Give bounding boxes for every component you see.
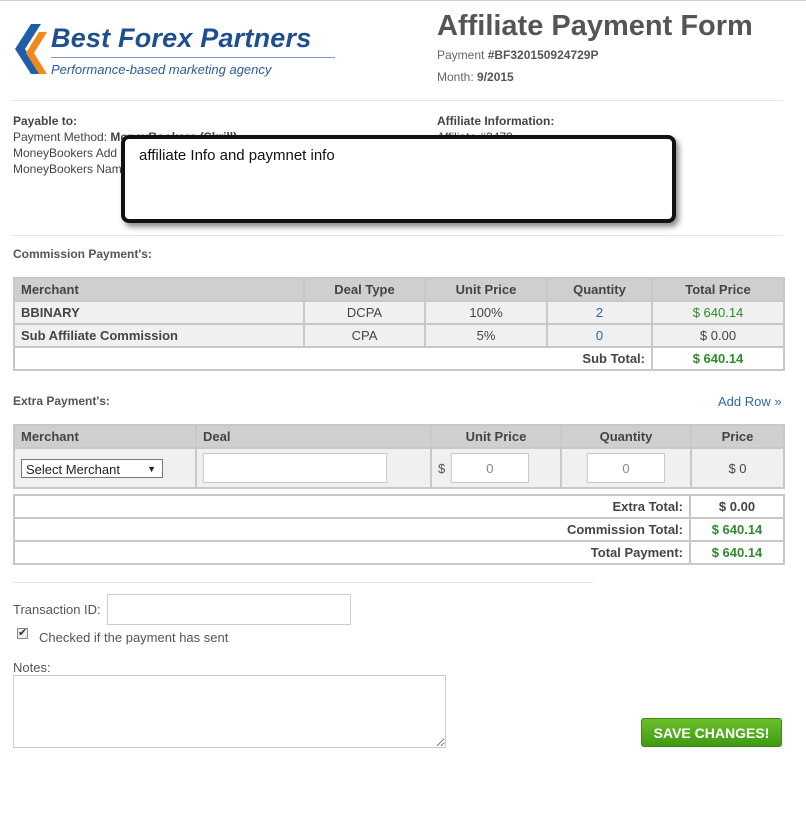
col-merchant: Merchant [13,277,305,302]
commission-table: Merchant Deal Type Unit Price Quantity T… [13,277,785,371]
payment-sent-checkbox[interactable]: ✔ [17,628,28,639]
col-unit-price: Unit Price [430,424,562,449]
transaction-id-input[interactable] [107,594,351,625]
brand-logo: Best Forex Partners Performance-based ma… [15,20,337,80]
subtotal-label: Sub Total: [13,346,653,371]
cell-quantity: 2 [546,300,653,325]
col-deal: Deal [195,424,432,449]
payment-sent-label: Checked if the payment has sent [39,630,229,645]
table-row: BBINARY DCPA 100% 2 $ 640.14 [13,300,785,325]
commission-total-label: Commission Total: [13,517,691,542]
commission-section-title: Commission Payment's: [13,247,152,261]
quantity-input[interactable] [587,453,665,483]
extra-payments-table: Merchant Deal Unit Price Quantity Price … [13,424,785,489]
commission-total-row: Commission Total: $ 640.14 [13,517,785,542]
merchant-select[interactable]: Select Merchant ▼ [21,458,163,478]
total-payment-value: $ 640.14 [689,540,785,565]
cell-total: $ 640.14 [651,300,785,325]
month-label: Month: [437,70,474,84]
divider [13,100,783,101]
month-line: Month: 9/2015 [437,70,514,84]
unit-price-input[interactable] [450,453,529,483]
table-header-row: Merchant Deal Type Unit Price Quantity T… [13,277,785,302]
payment-id-line: Payment #BF320150924729P [437,48,598,62]
extra-total-label: Extra Total: [13,494,691,519]
cell-deal-type: CPA [303,323,426,348]
cell-unit-price: $ [430,447,562,489]
col-merchant: Merchant [13,424,197,449]
deal-input[interactable] [203,453,387,483]
annotation-callout: affiliate Info and paymnet info [121,135,676,223]
chevron-logo-icon [15,24,47,74]
notes-label: Notes: [13,660,51,675]
notes-textarea[interactable] [13,675,446,748]
month-value: 9/2015 [477,70,514,84]
currency-symbol: $ [438,460,446,476]
brand-tagline: Performance-based marketing agency [51,62,272,77]
brand-divider [51,57,335,58]
cell-merchant: BBINARY [13,300,305,325]
payment-method-label: Payment Method: [13,130,108,144]
cell-deal [195,447,432,489]
total-payment-row: Total Payment: $ 640.14 [13,540,785,565]
caret-down-icon: ▼ [147,463,156,474]
brand-name: Best Forex Partners [51,23,312,53]
col-deal-type: Deal Type [303,277,426,302]
checkmark-icon: ✔ [18,627,28,639]
extra-section-title: Extra Payment's: [13,394,110,408]
table-row: Select Merchant ▼ $ $ 0 [13,447,785,489]
cell-merchant: Sub Affiliate Commission [13,323,305,348]
merchant-select-value: Select Merchant [26,461,120,477]
payment-label: Payment [437,48,485,62]
extra-total-row: Extra Total: $ 0.00 [13,494,785,519]
callout-text: affiliate Info and paymnet info [139,147,335,164]
cell-total: $ 0.00 [651,323,785,348]
table-header-row: Merchant Deal Unit Price Quantity Price [13,424,785,449]
totals-table: Extra Total: $ 0.00 Commission Total: $ … [13,494,785,565]
transaction-id-label: Transaction ID: [13,602,101,617]
add-row-link[interactable]: Add Row » [718,394,782,409]
table-row: Sub Affiliate Commission CPA 5% 0 $ 0.00 [13,323,785,348]
payable-heading: Payable to: [13,114,78,128]
col-price: Price [690,424,785,449]
subtotal-row: Sub Total: $ 640.14 [13,346,785,371]
page-title: Affiliate Payment Form [437,10,753,42]
commission-total-value: $ 640.14 [689,517,785,542]
divider [13,582,593,583]
col-quantity: Quantity [546,277,653,302]
divider [13,235,783,236]
cell-quantity: 0 [546,323,653,348]
cell-merchant: Select Merchant ▼ [13,447,197,489]
col-quantity: Quantity [560,424,692,449]
extra-total-value: $ 0.00 [689,494,785,519]
total-payment-label: Total Payment: [13,540,691,565]
cell-quantity [560,447,692,489]
subtotal-value: $ 640.14 [651,346,785,371]
save-changes-button[interactable]: SAVE CHANGES! [641,718,782,747]
col-unit-price: Unit Price [424,277,548,302]
cell-unit-price: 5% [424,323,548,348]
cell-price: $ 0 [690,447,785,489]
cell-deal-type: DCPA [303,300,426,325]
cell-unit-price: 100% [424,300,548,325]
top-border [0,0,806,1]
payment-id: #BF320150924729P [487,48,599,62]
affiliate-heading: Affiliate Information: [437,114,555,128]
col-total-price: Total Price [651,277,785,302]
